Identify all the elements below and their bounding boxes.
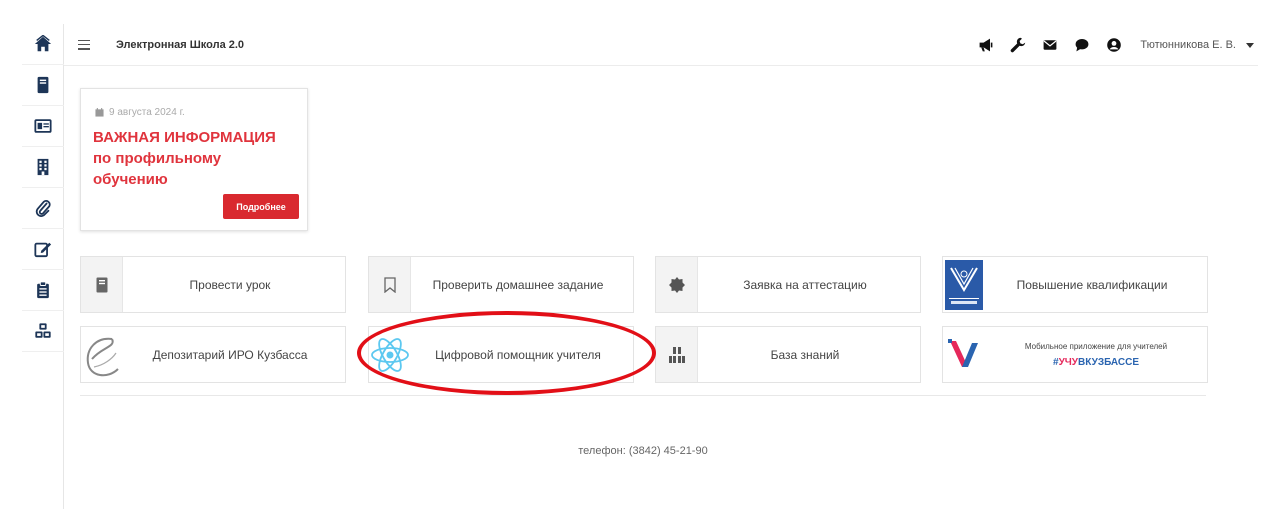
cubes-icon <box>35 323 51 338</box>
clipboard-icon <box>37 281 49 299</box>
tile-lesson-label: Провести урок <box>189 277 271 292</box>
tile-attestation[interactable]: Заявка на аттестацию <box>655 256 921 313</box>
tile-assistant[interactable]: Цифровой помощник учителя <box>368 326 634 383</box>
sidebar-item-attachments[interactable] <box>22 188 64 229</box>
user-icon <box>1107 38 1122 52</box>
home-icon <box>34 35 52 52</box>
menu-toggle-button[interactable] <box>78 39 90 50</box>
more-button[interactable]: Подробнее <box>223 194 299 219</box>
menu-icon <box>78 39 90 41</box>
tile-homework[interactable]: Проверить домашнее задание <box>368 256 634 313</box>
news-card: 9 августа 2024 г. ВАЖНАЯ ИНФОРМАЦИЯ по п… <box>80 88 308 231</box>
tile-mobile-app-text: Мобильное приложение для учителей #УЧУВК… <box>985 340 1207 370</box>
bookmark-icon <box>383 276 396 293</box>
news-date-text: 9 августа 2024 г. <box>109 107 185 118</box>
tile-mobile-app-caption: Мобильное приложение для учителей <box>1024 341 1168 351</box>
chevron-down-icon[interactable] <box>1246 42 1254 48</box>
calendar-icon <box>95 108 104 117</box>
card-icon <box>34 119 52 133</box>
book-icon <box>96 277 107 292</box>
tile-qualification-label: Повышение квалификации <box>1016 277 1168 292</box>
user-name[interactable]: Тютюнникова Е. В. <box>1140 39 1236 51</box>
chat-button[interactable] <box>1074 37 1090 53</box>
sidebar-item-home[interactable] <box>22 24 64 65</box>
profile-button[interactable] <box>1106 37 1122 53</box>
sidebar-item-modules[interactable] <box>22 311 64 352</box>
badge-icon <box>668 276 685 293</box>
tile-depository[interactable]: Депозитарий ИРО Кузбасса <box>80 326 346 383</box>
tile-mobile-app[interactable]: Мобильное приложение для учителей #УЧУВК… <box>942 326 1208 383</box>
mobile-app-logo-icon <box>948 338 978 367</box>
tile-attestation-label: Заявка на аттестацию <box>743 277 867 292</box>
footer-phone: телефон: (3842) 45-21-90 <box>578 445 708 457</box>
tile-homework-label: Проверить домашнее задание <box>432 277 604 292</box>
comment-icon <box>1075 39 1089 52</box>
sidebar-item-edit[interactable] <box>22 229 64 270</box>
sidebar-item-school[interactable] <box>22 147 64 188</box>
announcements-button[interactable] <box>978 37 994 53</box>
tile-mobile-app-hashtag: #УЧУВКУЗБАССЕ <box>1053 356 1139 368</box>
top-bar: Электронная Школа 2.0 Тютюнникова Е. В. <box>64 24 1258 66</box>
building-icon <box>37 158 49 176</box>
react-atom-icon <box>371 337 409 372</box>
messages-button[interactable] <box>1042 37 1058 53</box>
sidebar <box>22 24 64 509</box>
tile-lesson[interactable]: Провести урок <box>80 256 346 313</box>
tile-knowledge[interactable]: База знаний <box>655 326 921 383</box>
depository-logo-icon <box>86 337 119 376</box>
sidebar-item-journal[interactable] <box>22 65 64 106</box>
tile-depository-label: Депозитарий ИРО Кузбасса <box>152 347 308 362</box>
envelope-icon <box>1043 40 1057 50</box>
app-title: Электронная Школа 2.0 <box>116 38 245 51</box>
tile-assistant-label: Цифровой помощник учителя <box>435 347 601 362</box>
paperclip-icon <box>35 200 51 217</box>
news-title[interactable]: ВАЖНАЯ ИНФОРМАЦИЯ по профильному обучени… <box>93 127 298 190</box>
sidebar-item-tasks[interactable] <box>22 270 64 311</box>
top-actions: Тютюнникова Е. В. <box>978 24 1258 66</box>
tile-qualification[interactable]: Повышение квалификации <box>942 256 1208 313</box>
settings-button[interactable] <box>1010 37 1026 53</box>
wrench-icon <box>1011 37 1026 53</box>
tile-knowledge-label: База знаний <box>770 347 840 362</box>
sidebar-item-cards[interactable] <box>22 106 64 147</box>
institute-logo-icon <box>945 259 983 310</box>
knowledge-base-icon <box>668 346 685 363</box>
divider <box>80 395 1206 396</box>
megaphone-icon <box>979 38 993 52</box>
news-date: 9 августа 2024 г. <box>95 107 185 118</box>
book-icon <box>37 76 49 94</box>
edit-icon <box>34 242 52 258</box>
